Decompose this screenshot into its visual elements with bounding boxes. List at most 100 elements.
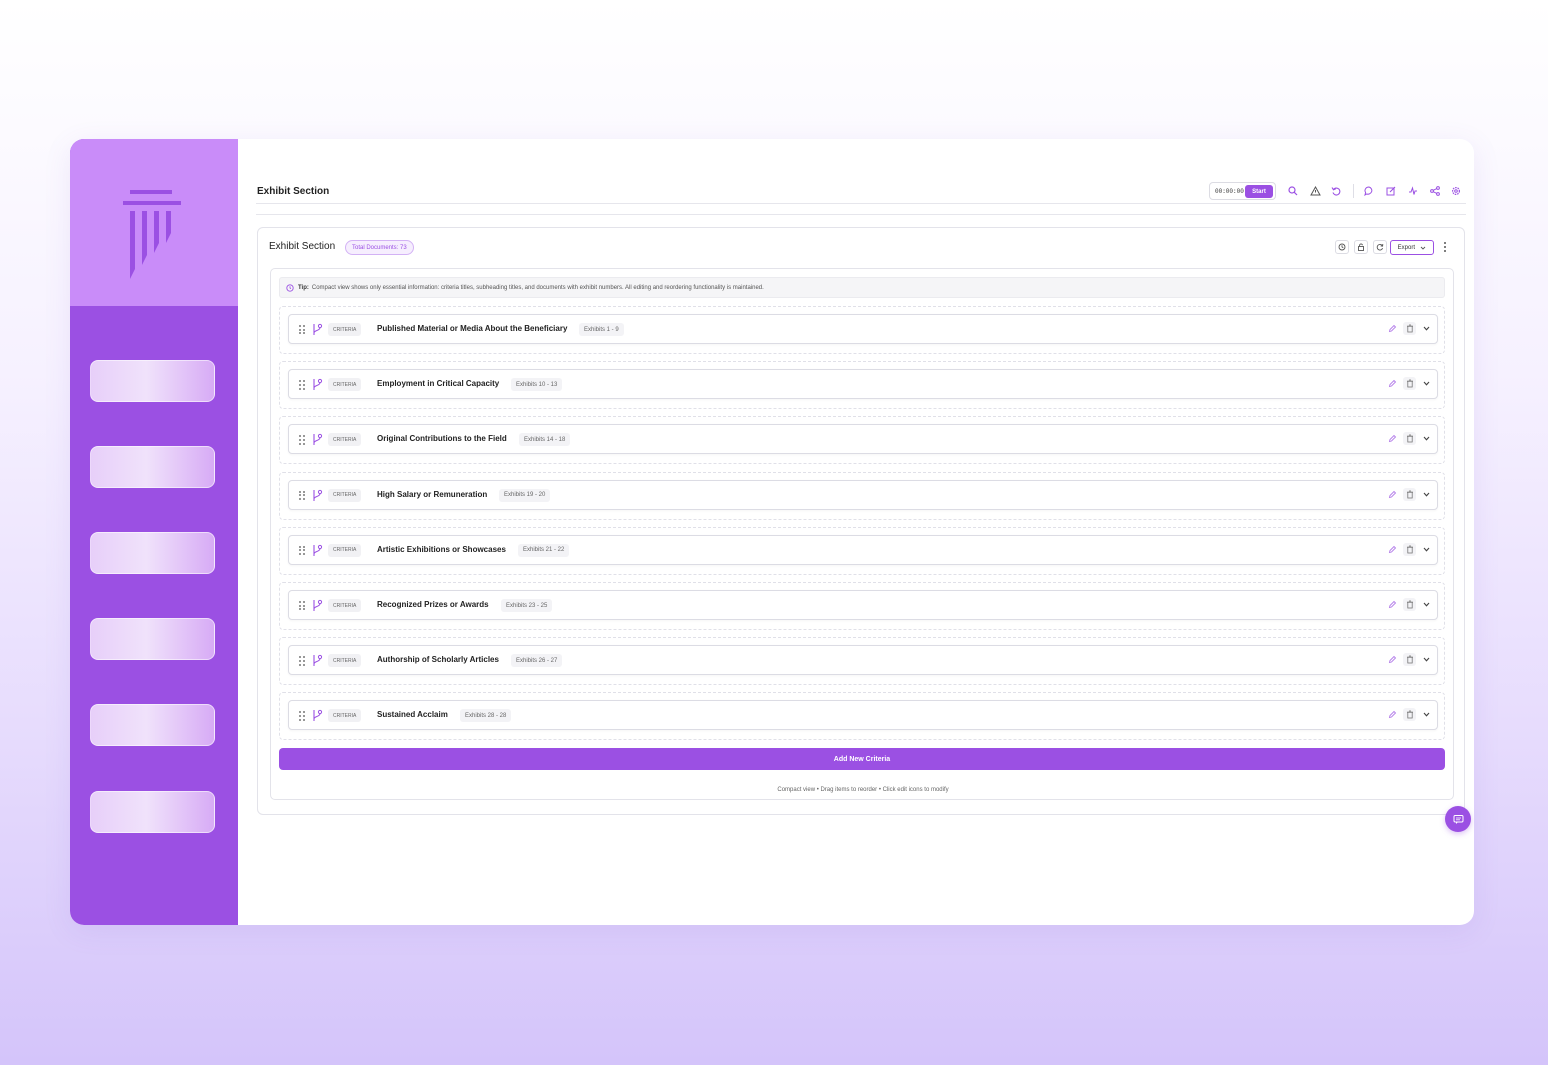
sidebar: [70, 139, 238, 925]
branch-icon: [313, 434, 323, 446]
criteria-row[interactable]: CRITERIA Sustained Acclaim Exhibits 28 -…: [288, 700, 1438, 731]
pencil-icon[interactable]: [1386, 653, 1399, 666]
chevron-down-icon[interactable]: [1420, 322, 1433, 335]
sidebar-nav-item-1[interactable]: [90, 360, 215, 402]
warning-icon[interactable]: [1309, 185, 1321, 197]
pencil-icon[interactable]: [1386, 598, 1399, 611]
drag-handle-icon[interactable]: [299, 601, 305, 611]
pencil-icon[interactable]: [1386, 543, 1399, 556]
settings-icon[interactable]: [1450, 185, 1462, 197]
trash-icon[interactable]: [1403, 377, 1416, 391]
pillar-logo-icon: [123, 190, 181, 279]
trash-icon[interactable]: [1403, 432, 1416, 446]
criteria-item: CRITERIA Published Material or Media Abo…: [279, 306, 1445, 354]
exhibit-range-tag: Exhibits 19 - 20: [499, 488, 551, 502]
pencil-icon[interactable]: [1386, 708, 1399, 721]
activity-icon[interactable]: [1407, 185, 1419, 197]
criteria-tag: CRITERIA: [328, 709, 362, 723]
pencil-icon[interactable]: [1386, 488, 1399, 501]
branch-icon: [313, 710, 323, 722]
chevron-down-icon[interactable]: [1420, 543, 1433, 556]
criteria-row[interactable]: CRITERIA Published Material or Media Abo…: [288, 314, 1438, 344]
export-button[interactable]: Export: [1390, 240, 1434, 255]
trash-icon[interactable]: [1403, 487, 1416, 501]
comment-icon[interactable]: [1363, 185, 1375, 197]
exhibit-range-tag: Exhibits 10 - 13: [511, 378, 563, 392]
chevron-down-icon[interactable]: [1420, 488, 1433, 501]
criteria-item: CRITERIA Authorship of Scholarly Article…: [279, 637, 1445, 686]
pencil-icon[interactable]: [1386, 432, 1399, 445]
drag-handle-icon[interactable]: [299, 490, 305, 501]
branch-icon: [313, 379, 323, 391]
chevron-down-icon[interactable]: [1420, 598, 1433, 611]
share-icon[interactable]: [1429, 185, 1441, 197]
trash-icon[interactable]: [1403, 708, 1416, 722]
exhibit-section-card: Exhibit Section Total Documents: 73 Expo…: [257, 227, 1465, 815]
drag-handle-icon[interactable]: [299, 711, 305, 721]
timer-display: 00:00:00: [1215, 187, 1244, 195]
pencil-icon[interactable]: [1386, 322, 1399, 335]
criteria-title: High Salary or Remuneration: [377, 489, 488, 499]
header-divider: [256, 214, 1466, 215]
drag-handle-icon[interactable]: [299, 435, 305, 445]
criteria-row[interactable]: CRITERIA Artistic Exhibitions or Showcas…: [288, 534, 1438, 565]
criteria-row[interactable]: CRITERIA Original Contributions to the F…: [288, 424, 1438, 455]
pencil-icon[interactable]: [1386, 377, 1399, 390]
main-content: Exhibit Section 00:00:00 Start Exhibit S…: [238, 139, 1474, 925]
exhibit-range-tag: Exhibits 14 - 18: [519, 433, 571, 447]
toolbar-divider: [1353, 184, 1354, 198]
section-title: Exhibit Section: [269, 241, 336, 252]
criteria-title: Original Contributions to the Field: [377, 434, 507, 444]
criteria-item: CRITERIA Employment in Critical Capacity…: [279, 361, 1445, 410]
criteria-item: CRITERIA Artistic Exhibitions or Showcas…: [279, 526, 1445, 575]
branch-icon: [313, 323, 323, 335]
chat-icon: [1453, 814, 1463, 824]
search-icon[interactable]: [1287, 185, 1299, 197]
criteria-row[interactable]: CRITERIA Authorship of Scholarly Article…: [288, 645, 1438, 676]
more-vertical-icon[interactable]: [1442, 241, 1448, 253]
trash-icon[interactable]: [1403, 598, 1416, 611]
sidebar-nav-item-5[interactable]: [90, 704, 215, 746]
criteria-row[interactable]: CRITERIA Recognized Prizes or Awards Exh…: [288, 590, 1438, 620]
criteria-row[interactable]: CRITERIA Employment in Critical Capacity…: [288, 369, 1438, 400]
criteria-tag: CRITERIA: [328, 323, 362, 336]
export-label: Export: [1397, 244, 1415, 251]
drag-handle-icon[interactable]: [299, 380, 305, 390]
drag-handle-icon[interactable]: [299, 325, 305, 335]
history-icon[interactable]: [1335, 240, 1349, 254]
start-button[interactable]: Start: [1245, 185, 1273, 198]
criteria-tag: CRITERIA: [328, 599, 362, 612]
sidebar-nav-item-4[interactable]: [90, 618, 215, 660]
criteria-item: CRITERIA Sustained Acclaim Exhibits 28 -…: [279, 692, 1445, 741]
edit-note-icon[interactable]: [1385, 185, 1397, 197]
sidebar-nav-item-6[interactable]: [90, 791, 215, 833]
trash-icon[interactable]: [1403, 542, 1416, 556]
criteria-title: Employment in Critical Capacity: [377, 379, 500, 389]
chevron-down-icon[interactable]: [1420, 432, 1433, 445]
criteria-title: Artistic Exhibitions or Showcases: [377, 544, 506, 554]
footer-note: Compact view • Drag items to reorder • C…: [777, 787, 949, 793]
sidebar-nav-item-3[interactable]: [90, 532, 215, 574]
exhibit-range-tag: Exhibits 21 - 22: [518, 543, 570, 557]
chevron-down-icon[interactable]: [1420, 377, 1433, 390]
lock-icon[interactable]: [1354, 240, 1368, 254]
chevron-down-icon[interactable]: [1420, 653, 1433, 666]
drag-handle-icon[interactable]: [299, 656, 305, 666]
branch-icon: [313, 655, 323, 667]
branch-icon: [313, 599, 323, 611]
trash-icon[interactable]: [1403, 322, 1416, 335]
chat-button[interactable]: [1445, 806, 1471, 832]
refresh-icon[interactable]: [1373, 240, 1387, 254]
criteria-tag: CRITERIA: [328, 654, 362, 668]
page-title: Exhibit Section: [257, 186, 330, 197]
undo-icon[interactable]: [1330, 185, 1342, 197]
add-new-criteria-button[interactable]: Add New Criteria: [279, 748, 1445, 770]
criteria-title: Authorship of Scholarly Articles: [377, 655, 499, 665]
chevron-down-icon[interactable]: [1420, 708, 1433, 721]
sidebar-nav-item-2[interactable]: [90, 446, 215, 488]
tip-text: Compact view shows only essential inform…: [311, 284, 764, 291]
trash-icon[interactable]: [1403, 653, 1416, 667]
tip-label: Tip:: [298, 284, 309, 291]
criteria-row[interactable]: CRITERIA High Salary or Remuneration Exh…: [288, 479, 1438, 510]
drag-handle-icon[interactable]: [299, 545, 305, 556]
